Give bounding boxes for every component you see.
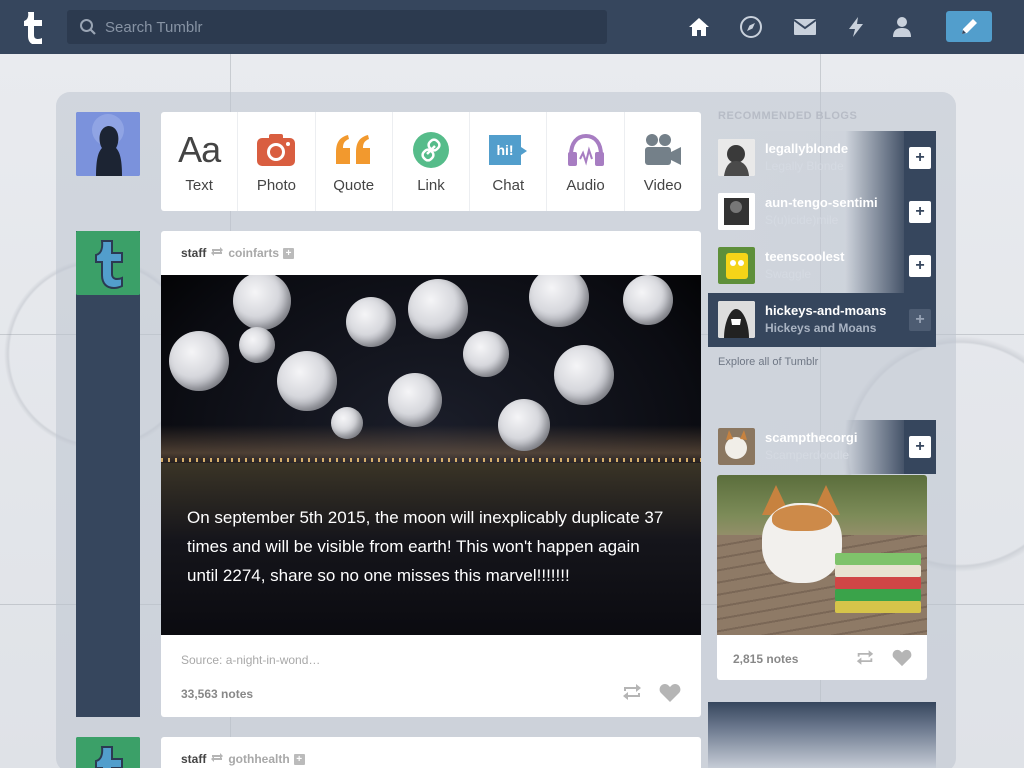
plus-icon: +: [909, 436, 931, 458]
search-bar[interactable]: [67, 10, 607, 44]
staff-avatar[interactable]: [76, 231, 140, 295]
plus-icon: +: [909, 201, 931, 223]
recommended-blog-item[interactable]: legallyblonde Legally Blonde +: [708, 131, 936, 185]
post-card: staff coinfarts + On september 5th 2015,…: [161, 231, 701, 717]
blog-name: legallyblonde: [765, 141, 849, 156]
photo-icon: [257, 129, 296, 171]
post-card: staff gothhealth +: [161, 737, 701, 768]
post-type-video[interactable]: Video: [625, 112, 701, 211]
blog-avatar: [718, 301, 755, 338]
home-icon[interactable]: [687, 15, 711, 39]
post-type-bar: Aa Text Photo Quote Link hi! Chat Audio: [161, 112, 701, 211]
post-type-label: Video: [643, 177, 682, 194]
audio-icon: [566, 129, 606, 171]
post-type-label: Quote: [333, 177, 375, 194]
post-header: staff coinfarts +: [161, 231, 701, 275]
follow-button[interactable]: +: [904, 185, 936, 239]
reblog-source-link[interactable]: gothhealth: [228, 752, 289, 766]
link-icon: [412, 129, 450, 171]
blog-title: Legally Blonde: [765, 159, 844, 173]
like-button[interactable]: [892, 649, 912, 672]
explore-all-link[interactable]: Explore all of Tumblr: [718, 356, 818, 368]
tumblr-logo-icon[interactable]: [18, 10, 48, 44]
follow-button[interactable]: +: [904, 131, 936, 185]
post-notes-count[interactable]: 2,815 notes: [733, 652, 798, 666]
plus-icon: +: [909, 255, 931, 277]
post-type-link[interactable]: Link: [393, 112, 471, 211]
reblog-button[interactable]: [855, 649, 875, 671]
account-icon[interactable]: [890, 15, 914, 39]
plus-icon: +: [909, 309, 931, 331]
post-type-label: Chat: [492, 177, 525, 194]
reblog-icon: [210, 752, 224, 766]
chat-icon: hi!: [487, 129, 529, 171]
blog-name: teenscoolest: [765, 249, 845, 264]
follow-button[interactable]: +: [904, 293, 936, 347]
sidebar-ad-strip: [708, 702, 936, 768]
like-button[interactable]: [659, 683, 681, 708]
recommended-blog-item[interactable]: aun-tengo-sentimi S(u)icide)mile +: [708, 185, 936, 239]
compose-button[interactable]: [946, 11, 992, 42]
blog-avatar: [718, 428, 755, 465]
post-source-link[interactable]: Source: a-night-in-wond…: [181, 653, 681, 667]
recommended-blog-item-active[interactable]: hickeys-and-moans Hickeys and Moans +: [708, 293, 936, 347]
post-type-label: Photo: [256, 177, 297, 194]
reblog-button[interactable]: [621, 683, 643, 706]
follow-plus-icon[interactable]: +: [293, 753, 305, 765]
post-header: staff gothhealth +: [161, 737, 701, 768]
radar-footer: 2,815 notes: [717, 635, 927, 680]
blog-avatar: [718, 247, 755, 284]
blog-name: aun-tengo-sentimi: [765, 195, 878, 210]
user-avatar[interactable]: [76, 112, 140, 176]
search-icon: [80, 19, 96, 35]
post-type-chat[interactable]: hi! Chat: [470, 112, 548, 211]
recommended-blog-item[interactable]: teenscoolest Swaggle +: [708, 239, 936, 293]
blog-title: Scamperdoodle: [765, 448, 850, 462]
post-footer: Source: a-night-in-wond… 33,563 notes: [161, 635, 701, 717]
explore-icon[interactable]: [739, 15, 763, 39]
radar-photo[interactable]: [717, 475, 927, 635]
blog-title: S(u)icide)mile: [765, 213, 839, 227]
top-navbar: [0, 0, 1024, 54]
plus-icon: +: [909, 147, 931, 169]
inbox-icon[interactable]: [793, 15, 817, 39]
quote-icon: [334, 129, 374, 171]
reblog-source-link[interactable]: coinfarts: [228, 246, 279, 260]
post-notes-count[interactable]: 33,563 notes: [181, 687, 253, 701]
recommended-blogs-title: RECOMMENDED BLOGS: [718, 110, 858, 122]
post-photo[interactable]: On september 5th 2015, the moon will ine…: [161, 275, 701, 635]
search-input[interactable]: [105, 18, 585, 36]
follow-button[interactable]: +: [904, 420, 936, 474]
post-author-link[interactable]: staff: [181, 752, 206, 766]
staff-avatar-2[interactable]: [76, 737, 140, 768]
post-caption: On september 5th 2015, the moon will ine…: [187, 508, 664, 585]
blog-title: Hickeys and Moans: [765, 321, 877, 335]
blog-avatar: [718, 139, 755, 176]
activity-icon[interactable]: [844, 15, 868, 39]
post-author-link[interactable]: staff: [181, 246, 206, 260]
post-type-quote[interactable]: Quote: [316, 112, 393, 211]
svg-text:hi!: hi!: [497, 142, 514, 158]
post-type-label: Link: [417, 177, 445, 194]
compose-icon: [962, 18, 977, 34]
radar-post-card: 2,815 notes: [717, 475, 927, 680]
post-type-text[interactable]: Aa Text: [161, 112, 239, 211]
video-icon: [643, 129, 683, 171]
blog-avatar: [718, 193, 755, 230]
blog-title: Swaggle: [765, 267, 812, 281]
reblog-icon: [210, 246, 224, 260]
text-icon: Aa: [178, 129, 221, 170]
post-type-label: Text: [185, 177, 213, 194]
blog-name: hickeys-and-moans: [765, 303, 887, 318]
post-type-photo[interactable]: Photo: [238, 112, 316, 211]
blog-name: scampthecorgi: [765, 430, 858, 445]
post-type-audio[interactable]: Audio: [547, 112, 625, 211]
post-avatar-rail: [76, 231, 140, 717]
follow-button[interactable]: +: [904, 239, 936, 293]
post-type-label: Audio: [566, 177, 605, 194]
radar-blog-item[interactable]: scampthecorgi Scamperdoodle +: [708, 420, 936, 474]
follow-plus-icon[interactable]: +: [283, 247, 295, 259]
